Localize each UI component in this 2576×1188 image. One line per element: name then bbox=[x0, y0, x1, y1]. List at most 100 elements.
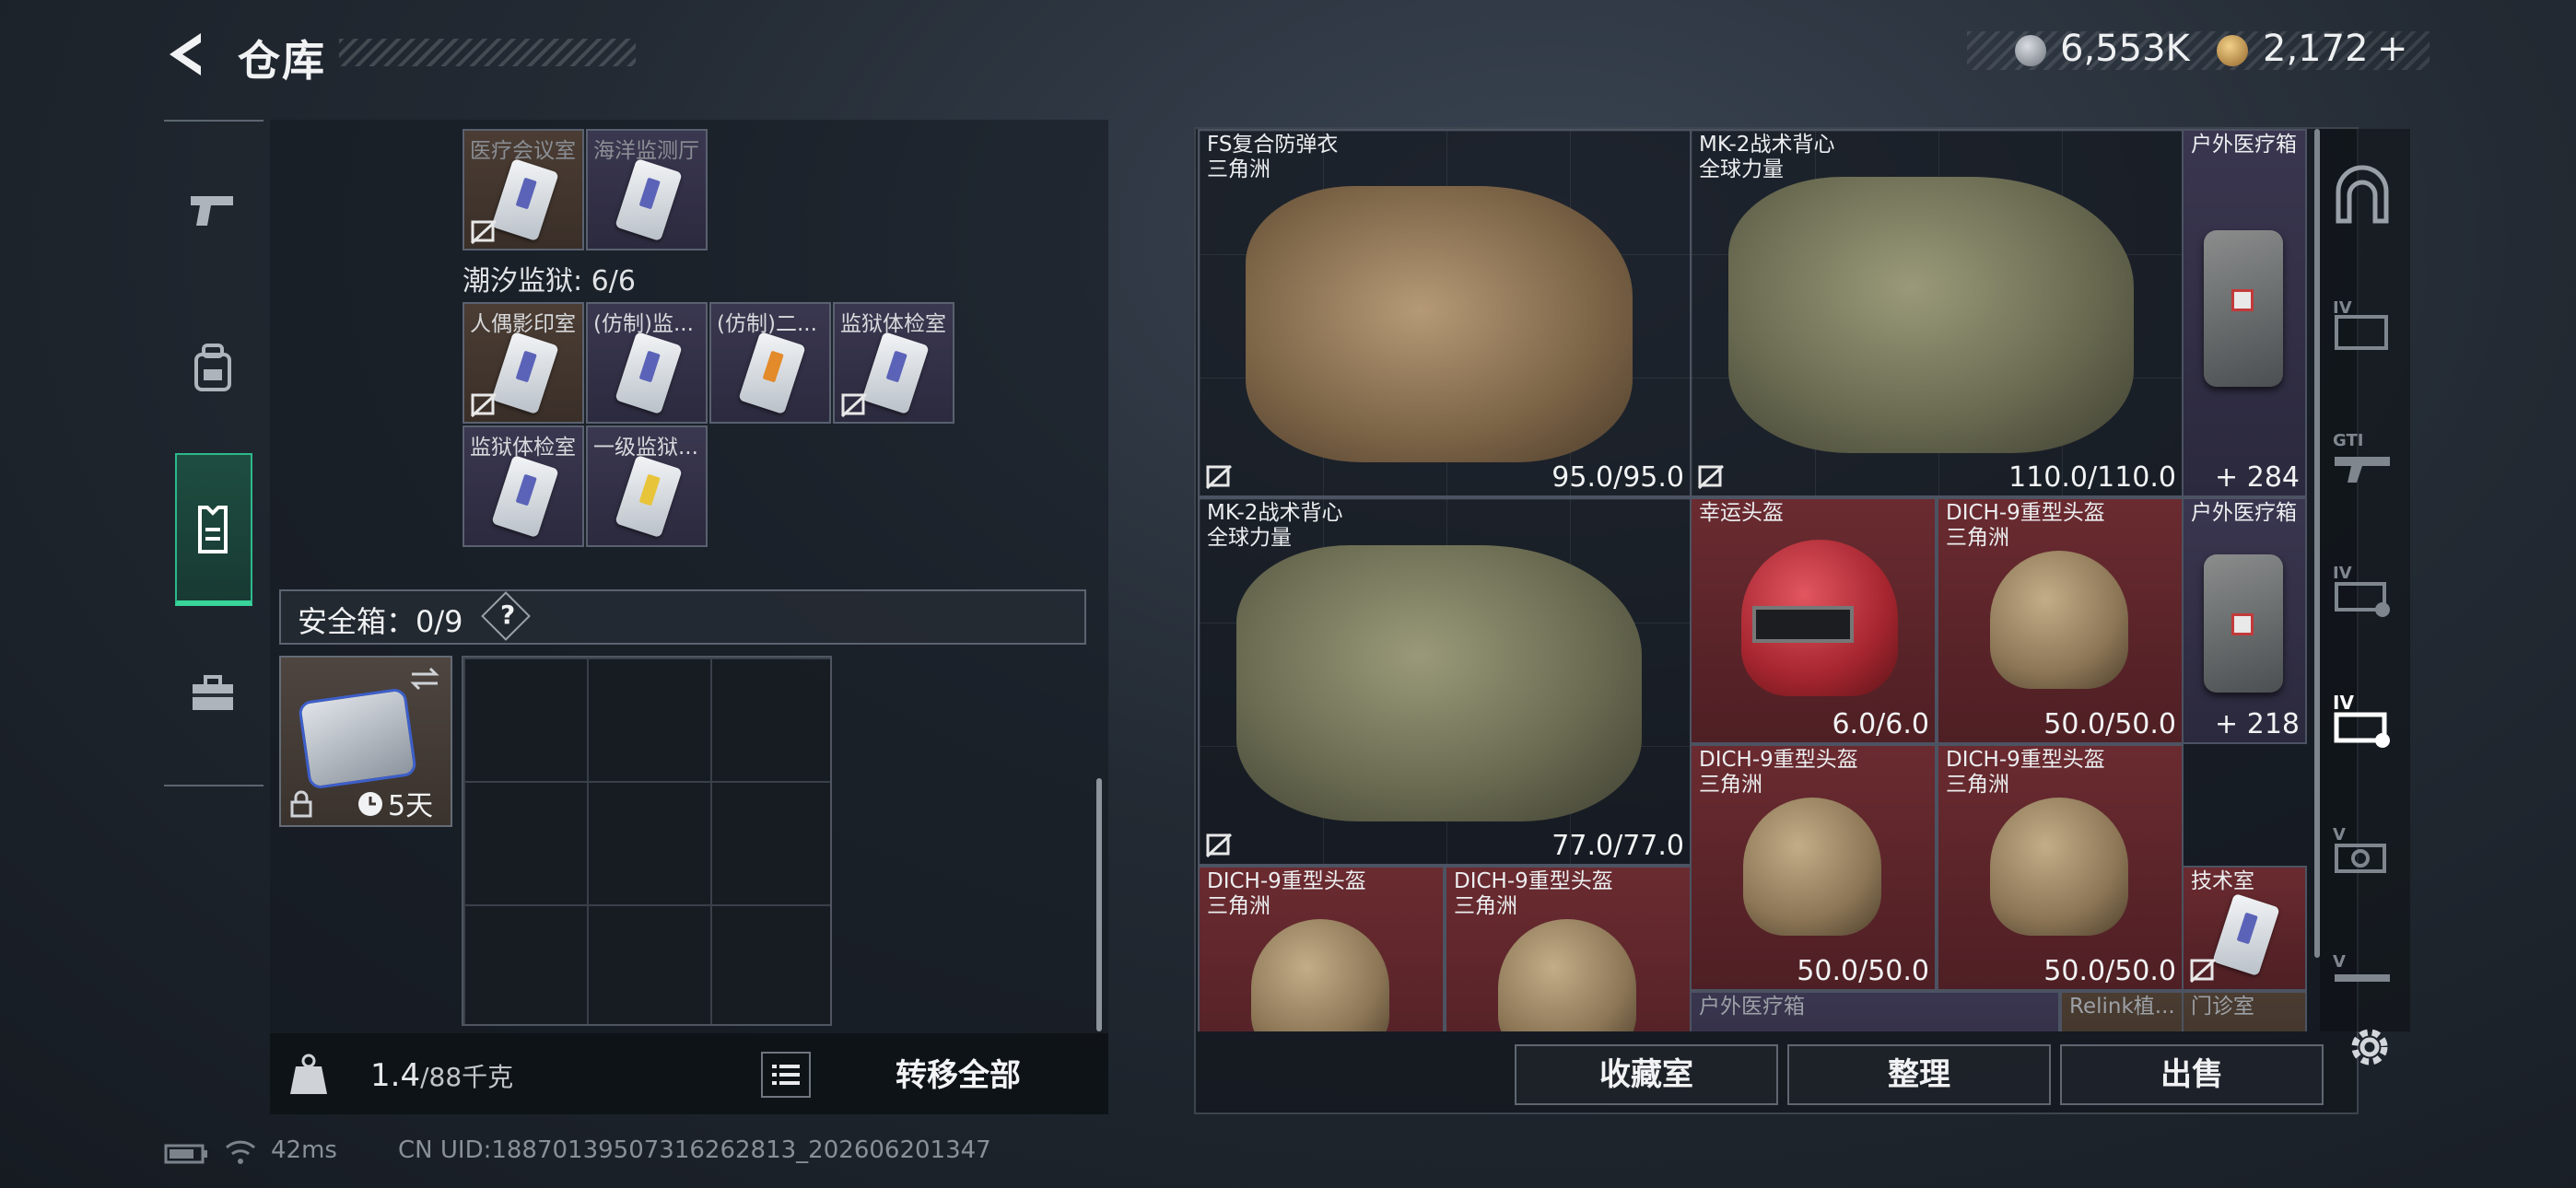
battery-icon bbox=[164, 1144, 207, 1164]
page-title: 仓库 bbox=[238, 36, 326, 86]
pistol-icon bbox=[191, 196, 233, 226]
stash-item[interactable]: DICH-9重型头盔 三角洲 bbox=[1445, 866, 1692, 1031]
item-durability: 95.0/95.0 bbox=[1551, 461, 1684, 494]
stash-item[interactable]: 户外医疗箱 bbox=[1690, 991, 2060, 1031]
stash-item[interactable]: DICH-9重型头盔 三角洲 bbox=[1198, 866, 1445, 1031]
nav-backpack[interactable] bbox=[175, 330, 251, 405]
item-name: DICH-9重型头盔 bbox=[1699, 748, 1858, 772]
helmet-icon bbox=[1990, 551, 2128, 689]
item-name: Relink植... bbox=[2069, 995, 2175, 1019]
organize-button[interactable]: 整理 bbox=[1787, 1044, 2051, 1105]
silver-currency-amount: 6,553K bbox=[2060, 28, 2190, 70]
item-name: FS复合防弹衣 bbox=[1207, 133, 1339, 157]
list-view-button[interactable] bbox=[761, 1052, 811, 1098]
keycard-slot[interactable]: 海洋监测厅 bbox=[586, 129, 708, 250]
keycard-icon bbox=[2212, 892, 2280, 977]
stash-item[interactable]: 门诊室 bbox=[2182, 991, 2307, 1031]
iv-medkit-icon[interactable]: IV bbox=[2329, 689, 2395, 755]
item-name: DICH-9重型头盔 bbox=[1207, 869, 1366, 893]
transfer-all-button[interactable]: 转移全部 bbox=[857, 1050, 1060, 1101]
nav-weapons[interactable] bbox=[175, 171, 251, 247]
item-name: 户外医疗箱 bbox=[1699, 995, 1805, 1019]
tactical-vest-icon bbox=[1728, 177, 2134, 453]
toolbox-icon bbox=[193, 675, 233, 710]
settings-gear-icon[interactable] bbox=[2345, 1022, 2395, 1072]
v-gun-icon[interactable]: V bbox=[2329, 949, 2395, 995]
non-tradable-icon bbox=[470, 392, 498, 418]
keycard-icon bbox=[615, 157, 683, 242]
safebox-item[interactable]: 5天 bbox=[279, 656, 452, 827]
non-tradable-icon bbox=[2189, 958, 2217, 984]
helmet-icon bbox=[1251, 919, 1389, 1031]
nav-toolbox[interactable] bbox=[175, 656, 251, 731]
keycard-name: (仿制)监... bbox=[593, 312, 694, 336]
add-currency-button[interactable]: + bbox=[2377, 28, 2408, 70]
stash-item[interactable]: FS复合防弹衣 三角洲 95.0/95.0 bbox=[1198, 129, 1692, 497]
medkit-icon bbox=[2204, 230, 2283, 387]
user-uid: CN UID:18870139507316262813_202606201347 bbox=[398, 1136, 991, 1164]
keycard-icon bbox=[491, 331, 559, 415]
keycard-slot[interactable]: 监狱体检室 bbox=[833, 302, 954, 424]
v-kit-icon[interactable]: V bbox=[2329, 820, 2395, 886]
item-durability: 50.0/50.0 bbox=[2043, 708, 2176, 740]
non-tradable-icon bbox=[1205, 464, 1233, 490]
gti-rifle-icon[interactable]: GTI bbox=[2329, 425, 2395, 492]
keycard-name: 一级监狱... bbox=[593, 436, 698, 460]
safebox-case-icon bbox=[297, 687, 418, 790]
item-name: 技术室 bbox=[2191, 869, 2254, 893]
stash-item[interactable]: 户外医疗箱 + 218 bbox=[2182, 497, 2307, 744]
stash-item[interactable]: DICH-9重型头盔 三角洲 50.0/50.0 bbox=[1690, 744, 1937, 991]
svg-text:V: V bbox=[2333, 825, 2346, 844]
stash-item[interactable]: 幸运头盔 6.0/6.0 bbox=[1690, 497, 1937, 744]
sell-button[interactable]: 出售 bbox=[2060, 1044, 2324, 1105]
left-scrollbar[interactable] bbox=[1096, 778, 1102, 1031]
keycard-slot[interactable]: (仿制)监... bbox=[586, 302, 708, 424]
stash-item[interactable]: MK-2战术背心 全球力量 110.0/110.0 bbox=[1690, 129, 2184, 497]
keycard-slot[interactable]: 一级监狱... bbox=[586, 425, 708, 547]
item-durability: 50.0/50.0 bbox=[1797, 955, 1929, 987]
keycard-slot[interactable]: 监狱体检室 bbox=[463, 425, 584, 547]
medkit-icon bbox=[2204, 554, 2283, 693]
keycard-name: 监狱体检室 bbox=[470, 436, 576, 460]
svg-text:IV: IV bbox=[2333, 564, 2352, 583]
item-name: DICH-9重型头盔 bbox=[1454, 869, 1613, 893]
iv-case-icon[interactable]: IV bbox=[2329, 293, 2395, 359]
clock-icon bbox=[358, 792, 382, 816]
item-name: 户外医疗箱 bbox=[2191, 501, 2297, 525]
helmet-icon bbox=[1498, 919, 1636, 1031]
non-tradable-icon bbox=[470, 219, 498, 245]
item-durability: 77.0/77.0 bbox=[1551, 830, 1684, 862]
weight-max: /88千克 bbox=[420, 1062, 514, 1092]
weight-current: 1.4 bbox=[370, 1057, 421, 1094]
safe-house-icon[interactable] bbox=[2329, 164, 2395, 230]
item-faction: 三角洲 bbox=[1454, 894, 1517, 918]
keycard-name: 人偶影印室 bbox=[470, 312, 576, 336]
collection-room-button[interactable]: 收藏室 bbox=[1515, 1044, 1778, 1105]
stash-item[interactable]: 户外医疗箱 + 284 bbox=[2182, 129, 2307, 497]
item-count: 218 bbox=[2246, 708, 2300, 740]
non-tradable-icon bbox=[1205, 833, 1233, 858]
safebox-grid[interactable] bbox=[462, 656, 832, 1026]
item-name: DICH-9重型头盔 bbox=[1946, 748, 2105, 772]
keycard-slot[interactable]: (仿制)二... bbox=[709, 302, 831, 424]
list-icon bbox=[772, 1065, 800, 1085]
keycard-icon bbox=[491, 454, 559, 539]
keycard-name: 海洋监测厅 bbox=[593, 139, 699, 163]
stash-item[interactable]: Relink植... bbox=[2060, 991, 2184, 1031]
nav-armor[interactable] bbox=[175, 492, 251, 567]
item-durability: 110.0/110.0 bbox=[2008, 461, 2176, 494]
stash-item[interactable]: DICH-9重型头盔 三角洲 50.0/50.0 bbox=[1937, 744, 2184, 991]
keycard-icon bbox=[615, 331, 683, 415]
svg-text:V: V bbox=[2333, 952, 2346, 972]
stash-item[interactable]: MK-2战术背心 全球力量 77.0/77.0 bbox=[1198, 497, 1692, 866]
keycard-slot[interactable]: 医疗会议室 bbox=[463, 129, 584, 250]
keycard-slot[interactable]: 人偶影印室 bbox=[463, 302, 584, 424]
stash-item[interactable]: 技术室 bbox=[2182, 866, 2307, 991]
help-mark: ? bbox=[500, 600, 516, 630]
iv-ammo-icon[interactable]: IV bbox=[2329, 558, 2395, 624]
stash-item[interactable]: DICH-9重型头盔 三角洲 50.0/50.0 bbox=[1937, 497, 2184, 744]
item-faction: 三角洲 bbox=[1946, 526, 2009, 550]
group-label: 潮汐监狱: 6/6 bbox=[463, 265, 636, 297]
item-name: 幸运头盔 bbox=[1699, 501, 1784, 525]
back-arrow-icon[interactable] bbox=[164, 29, 208, 79]
